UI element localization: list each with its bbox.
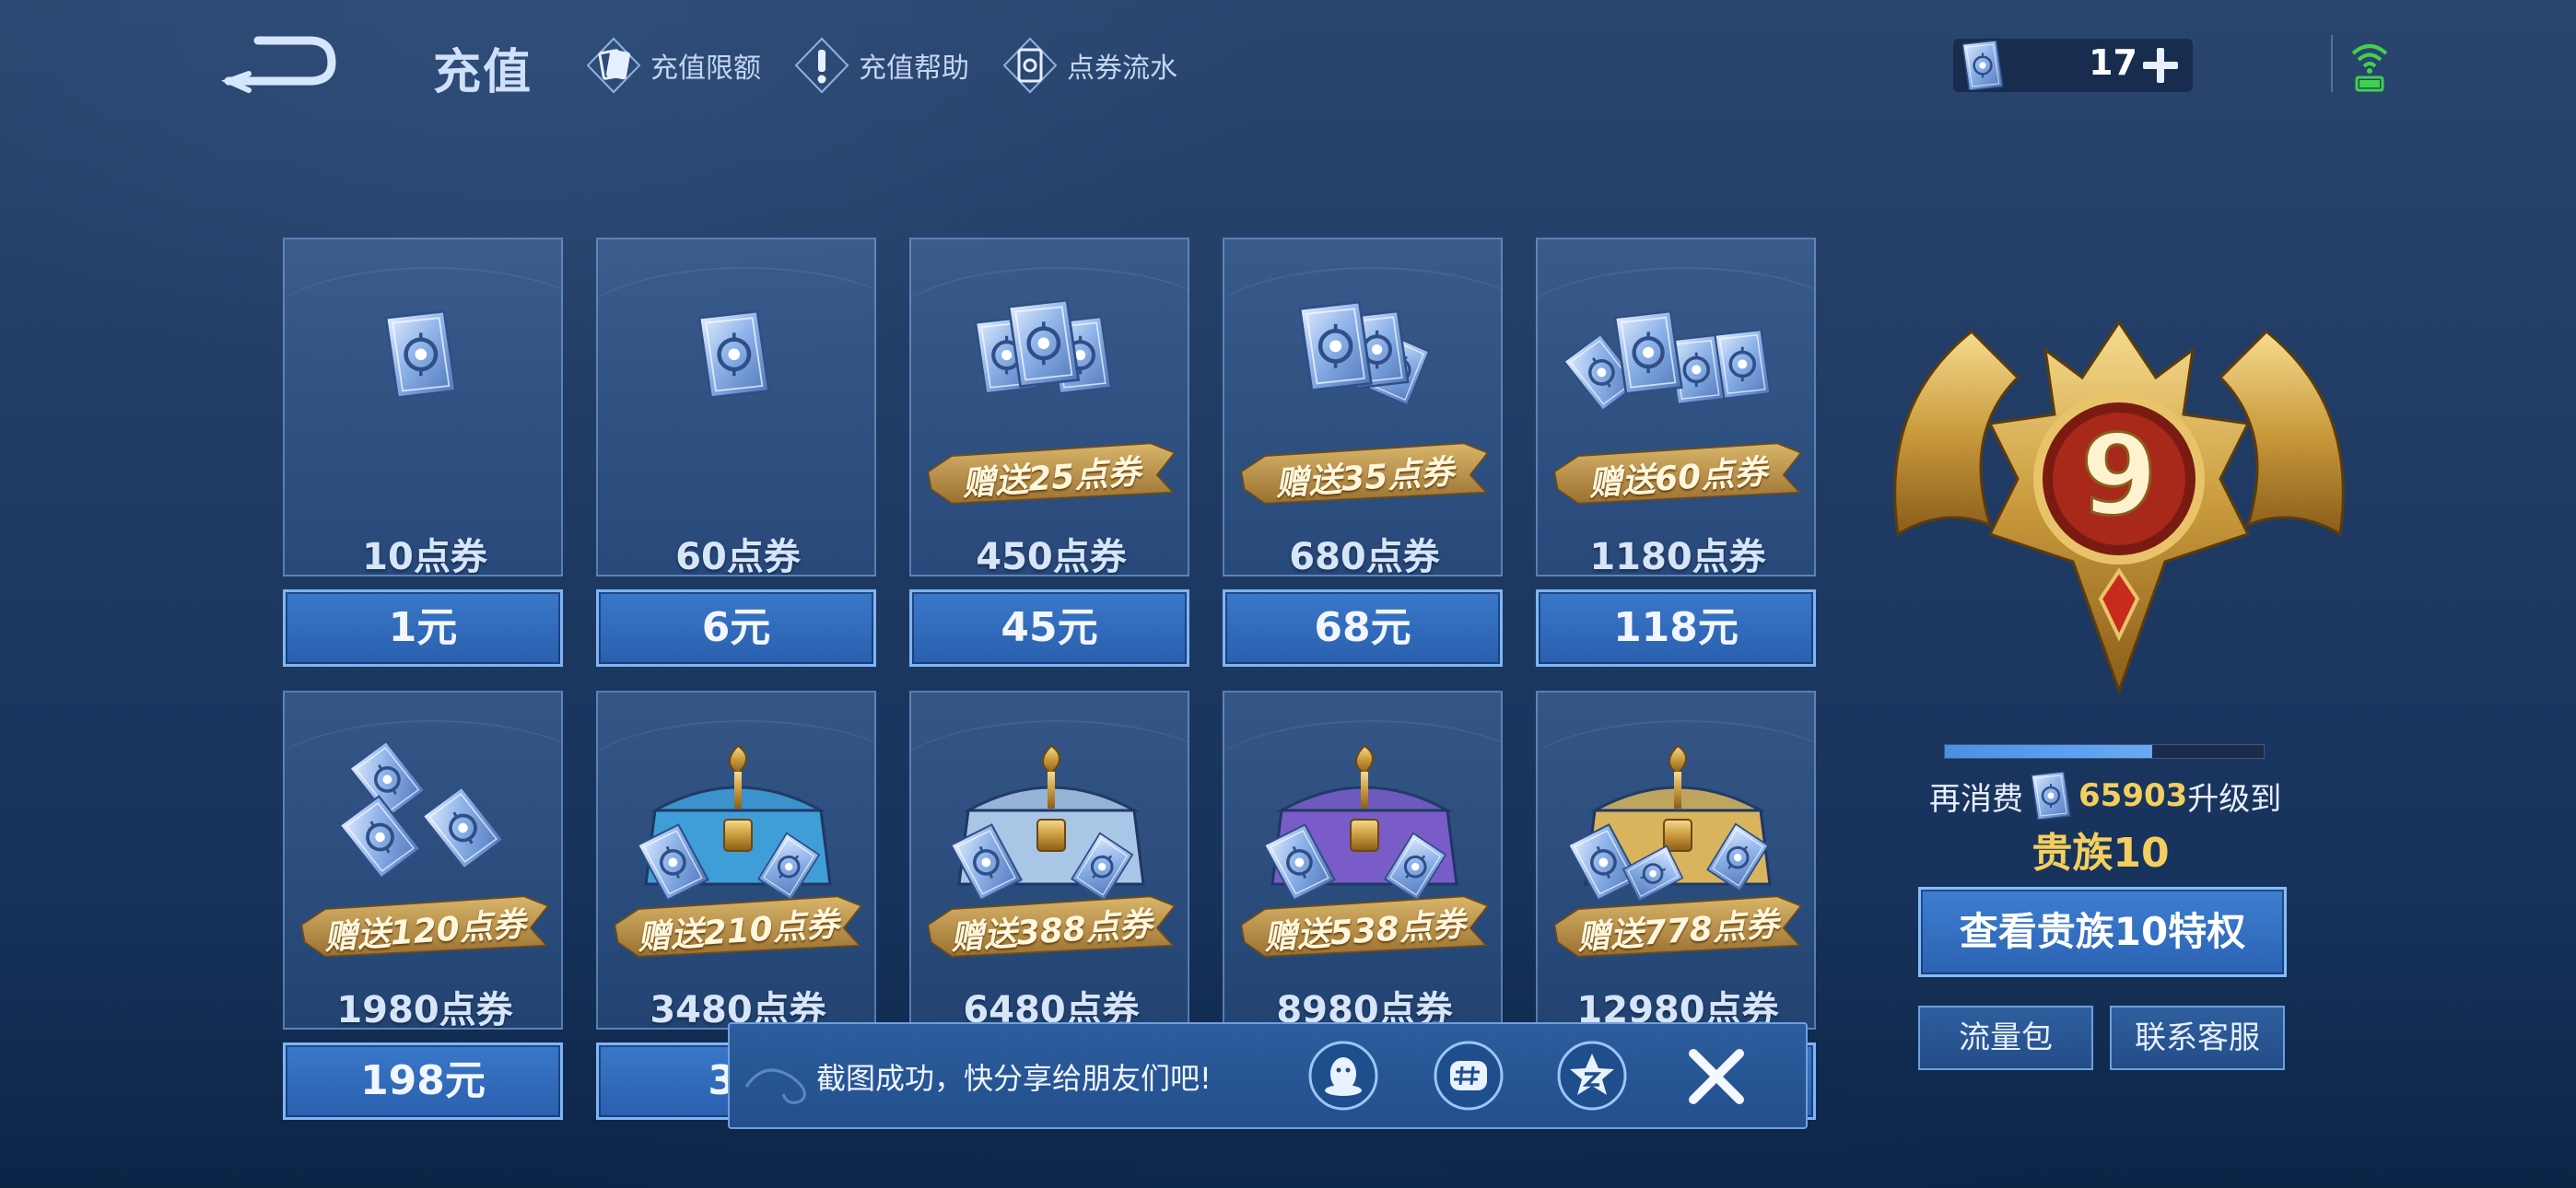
product-card[interactable]: 赠送388点券 6480点券 (909, 691, 1189, 1030)
toast-message: 截图成功，快分享给朋友们吧! (816, 1061, 1212, 1096)
page-title: 充值 (433, 45, 533, 100)
coupon-icon (2031, 772, 2071, 820)
add-currency-button[interactable] (2141, 46, 2180, 85)
coupon-icon (1962, 41, 2003, 90)
product-card[interactable]: 赠送120点券 1980点券 (283, 691, 563, 1030)
recharge-limit-link[interactable]: 充值限额 (586, 37, 761, 94)
product-card[interactable]: 赠送25点券 450点券 (909, 238, 1189, 577)
coupon-amount: 1180点券 (1589, 536, 1766, 577)
upgrade-suffix: 升级到 (2187, 780, 2282, 818)
coupon-history-label: 点券流水 (1067, 52, 1177, 85)
divider (2331, 35, 2333, 92)
product-card[interactable]: 赠送60点券 1180点券 (1536, 238, 1816, 577)
price-button[interactable]: 68元 (1223, 589, 1503, 667)
product-card[interactable]: 10点券 (283, 238, 563, 577)
coupon-icon (1002, 37, 1058, 94)
coupon-icon (618, 284, 858, 468)
upgrade-prefix: 再消费 (1929, 780, 2023, 818)
price-button[interactable]: 198元 (283, 1042, 563, 1120)
coupon-balance: 17 (2089, 42, 2137, 83)
noble-level-number: 9 (2080, 413, 2158, 541)
price-button[interactable]: 6元 (596, 589, 876, 667)
coupon-amount: 1980点券 (336, 989, 513, 1030)
recharge-help-link[interactable]: 充值帮助 (794, 37, 969, 94)
exclamation-icon (794, 37, 849, 94)
noble-emblem: 9 (1893, 320, 2345, 695)
cards-icon (586, 37, 641, 94)
recharge-help-label: 充值帮助 (859, 52, 969, 85)
product-card[interactable]: 60点券 (596, 238, 876, 577)
coupon-amount: 10点券 (362, 536, 487, 577)
product-card[interactable]: 赠送778点券 12980点券 (1536, 691, 1816, 1030)
product-card[interactable]: 赠送35点券 680点券 (1223, 238, 1503, 577)
recharge-limit-label: 充值限额 (650, 52, 761, 85)
coupon-history-link[interactable]: 点券流水 (1002, 37, 1177, 94)
qq-icon[interactable] (1306, 1039, 1380, 1112)
noble-progress-bar (1944, 744, 2265, 759)
price-button[interactable]: 45元 (909, 589, 1189, 667)
price-button[interactable]: 1元 (283, 589, 563, 667)
coupon-amount: 680点券 (1289, 536, 1440, 577)
close-icon[interactable] (1686, 1046, 1747, 1107)
contact-support-button[interactable]: 联系客服 (2110, 1006, 2285, 1070)
back-arrow-icon (221, 36, 336, 93)
upgrade-requirement: 再消费 65903 升级到 (1929, 770, 2281, 821)
coupon-icon (305, 284, 544, 468)
wechat-moments-icon[interactable] (1432, 1039, 1505, 1112)
qzone-icon[interactable] (1555, 1039, 1629, 1112)
noble-progress-fill (1945, 745, 2152, 758)
product-card[interactable]: 赠送538点券 8980点券 (1223, 691, 1503, 1030)
view-privileges-button[interactable]: 查看贵族10特权 (1918, 887, 2287, 977)
next-noble-level: 贵族10 (2032, 830, 2170, 877)
coupon-amount: 60点券 (675, 536, 801, 577)
upgrade-amount: 65903 (2078, 777, 2188, 814)
wifi-icon (2351, 44, 2388, 92)
coupon-amount: 450点券 (976, 536, 1127, 577)
back-button[interactable] (221, 33, 339, 96)
traffic-package-button[interactable]: 流量包 (1918, 1006, 2093, 1070)
price-button[interactable]: 118元 (1536, 589, 1816, 667)
product-card[interactable]: 赠送210点券 3480点券 (596, 691, 876, 1030)
